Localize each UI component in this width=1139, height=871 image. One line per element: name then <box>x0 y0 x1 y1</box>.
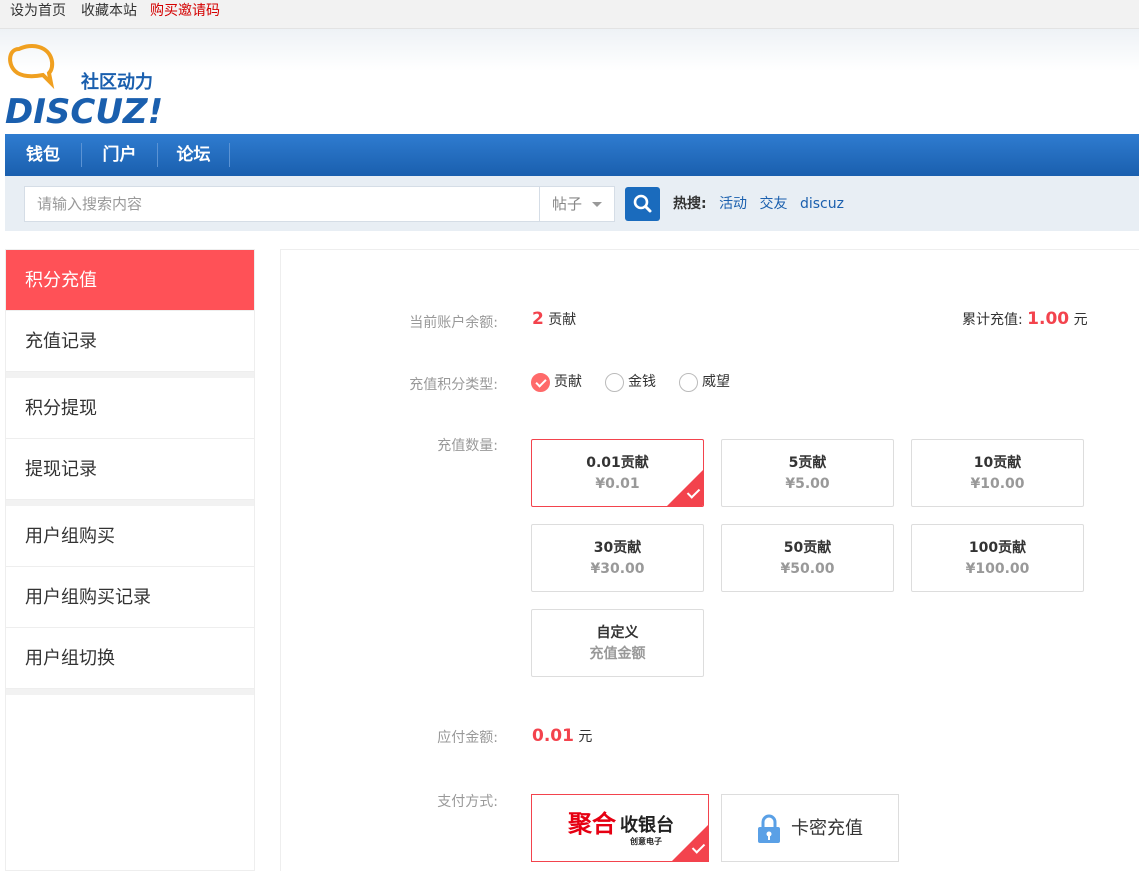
total-recharge-unit: 元 <box>1073 312 1088 328</box>
radio-checked-icon <box>531 372 550 392</box>
radio-contribution[interactable]: 贡献 <box>531 372 582 392</box>
amount-option-price: ¥10.00 <box>970 476 1025 492</box>
sidebar-item-usergroup-buy-records[interactable]: 用户组购买记录 <box>6 567 254 628</box>
pay-method-small: 创意电子 <box>630 837 662 846</box>
sidebar-item-withdraw-records[interactable]: 提现记录 <box>6 439 254 500</box>
nav-item-portal[interactable]: 门户 <box>82 134 157 176</box>
amount-option-price: ¥30.00 <box>590 561 645 577</box>
amount-option[interactable]: 5贡献 ¥5.00 <box>721 439 894 507</box>
amount-option-title: 自定义 <box>596 625 639 641</box>
balance-unit: 贡献 <box>548 312 577 328</box>
hot-term-link[interactable]: discuz <box>800 196 844 212</box>
amount-option-title: 50贡献 <box>783 540 832 556</box>
sidebar-item-recharge-records[interactable]: 充值记录 <box>6 311 254 372</box>
radio-unchecked-icon <box>679 372 698 392</box>
amount-option[interactable]: 30贡献 ¥30.00 <box>531 524 704 592</box>
main-nav: 钱包 门户 论坛 <box>5 134 1139 176</box>
pay-method-card-label: 卡密充值 <box>791 818 863 839</box>
caret-down-icon <box>592 202 602 207</box>
radio-label: 威望 <box>702 374 730 390</box>
amount-option-title: 10贡献 <box>973 455 1022 471</box>
balance-value: 2 贡献 <box>532 309 576 329</box>
radio-prestige[interactable]: 威望 <box>679 372 730 392</box>
sidebar-item-usergroup-switch[interactable]: 用户组切换 <box>6 628 254 689</box>
search-icon <box>633 194 652 213</box>
amount-option-title: 5贡献 <box>788 455 827 471</box>
set-home-link[interactable]: 设为首页 <box>10 2 66 20</box>
balance-amount: 2 <box>532 309 544 329</box>
amount-option[interactable]: 100贡献 ¥100.00 <box>911 524 1084 592</box>
total-recharge-label: 累计充值: <box>962 312 1023 328</box>
amount-option[interactable]: 0.01贡献 ¥0.01 <box>531 439 704 507</box>
site-header: 社区动力 DISCUZ! <box>0 29 1139 134</box>
hot-search-label: 热搜: <box>673 196 707 212</box>
amount-option-title: 30贡献 <box>593 540 642 556</box>
amount-option[interactable]: 50贡献 ¥50.00 <box>721 524 894 592</box>
pay-method-label: 支付方式: <box>437 794 498 810</box>
custom-amount-option[interactable]: 自定义 充值金额 <box>531 609 704 677</box>
amount-option-title: 100贡献 <box>968 540 1027 556</box>
sidebar: 积分充值 充值记录 积分提现 提现记录 用户组购买 用户组购买记录 用户组切换 <box>5 249 255 871</box>
pay-method-main: 聚合 <box>568 810 616 838</box>
radio-unchecked-icon <box>605 372 624 392</box>
recharge-panel: 当前账户余额: 2 贡献 累计充值: 1.00 元 充值积分类型: 贡献 金钱 … <box>280 249 1139 871</box>
nav-item-forum[interactable]: 论坛 <box>158 134 229 176</box>
total-recharge-amount: 1.00 <box>1027 309 1070 329</box>
pay-method-aggregate[interactable]: 聚合 收银台 创意电子 <box>531 794 709 862</box>
amount-option-price: ¥100.00 <box>965 561 1030 577</box>
amount-option[interactable]: 10贡献 ¥10.00 <box>911 439 1084 507</box>
amount-option-price: ¥50.00 <box>780 561 835 577</box>
logo-tagline: 社区动力 <box>81 71 153 93</box>
hot-search: 热搜: 活动 交友 discuz <box>673 194 844 214</box>
search-bar: 帖子 热搜: 活动 交友 discuz <box>5 176 1139 231</box>
balance-label: 当前账户余额: <box>409 315 498 331</box>
discuz-logo[interactable]: 社区动力 DISCUZ! <box>5 41 175 132</box>
search-type-label: 帖子 <box>552 195 583 213</box>
logo-brand: DISCUZ! <box>5 92 163 131</box>
logo-graphic: 社区动力 DISCUZ! <box>5 43 163 132</box>
sidebar-item-points-withdraw[interactable]: 积分提现 <box>6 378 254 439</box>
points-type-label: 充值积分类型: <box>409 377 498 393</box>
payable-value: 0.01 元 <box>532 726 592 746</box>
total-recharge: 累计充值: 1.00 元 <box>962 309 1088 329</box>
payable-unit: 元 <box>578 729 593 745</box>
sidebar-item-usergroup-buy[interactable]: 用户组购买 <box>6 506 254 567</box>
lock-icon <box>758 814 780 843</box>
radio-label: 金钱 <box>628 374 656 390</box>
pay-method-sub: 收银台 <box>620 815 674 836</box>
search-button[interactable] <box>625 187 660 221</box>
buy-invite-code-link[interactable]: 购买邀请码 <box>150 2 220 20</box>
amount-option-price: ¥5.00 <box>785 476 830 492</box>
payable-label: 应付金额: <box>437 730 498 746</box>
pay-method-card[interactable]: 卡密充值 <box>721 794 899 862</box>
top-links-bar: 设为首页 收藏本站 购买邀请码 <box>0 0 1139 29</box>
amount-label: 充值数量: <box>437 438 498 454</box>
hot-term-link[interactable]: 活动 <box>719 196 747 212</box>
payable-amount: 0.01 <box>532 726 574 746</box>
radio-label: 贡献 <box>554 374 582 390</box>
nav-item-wallet[interactable]: 钱包 <box>5 134 81 176</box>
bookmark-link[interactable]: 收藏本站 <box>81 2 137 20</box>
hot-term-link[interactable]: 交友 <box>760 196 788 212</box>
radio-money[interactable]: 金钱 <box>605 372 656 392</box>
amount-option-price: 充值金额 <box>589 646 646 662</box>
search-input[interactable] <box>24 186 542 222</box>
search-type-select[interactable]: 帖子 <box>539 186 615 222</box>
sidebar-divider <box>6 689 254 695</box>
sidebar-item-points-recharge[interactable]: 积分充值 <box>6 250 254 311</box>
nav-divider <box>229 143 230 167</box>
